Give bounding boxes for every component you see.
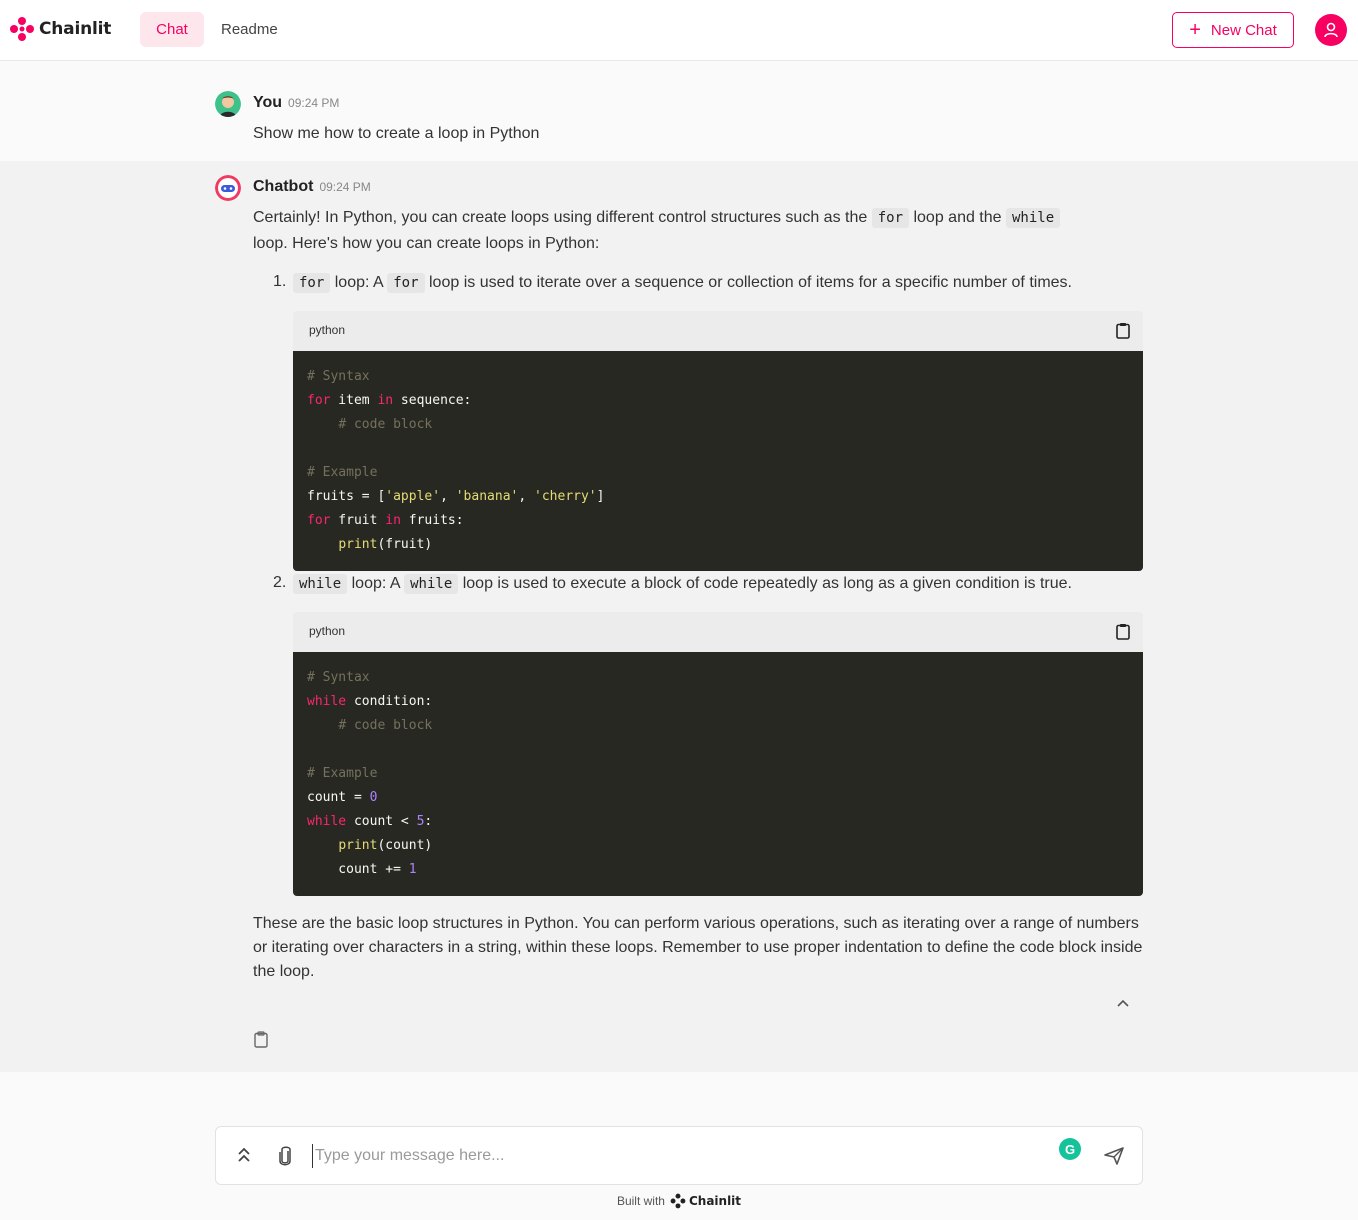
code-language: python [309,323,346,337]
bot-avatar-icon [215,175,241,201]
footer: Built with Chainlit [0,1193,1358,1209]
intro-paragraph: Certainly! In Python, you can create loo… [253,205,1143,256]
code-language: python [309,624,346,638]
send-icon[interactable] [1104,1147,1124,1165]
tab-readme[interactable]: Readme [205,12,294,47]
inline-code: while [293,574,348,594]
item-text: loop: A [351,575,400,592]
bot-message: Chatbot 09:24 PM Certainly! In Python, yo… [0,161,1358,1072]
message-text: Show me how to create a loop in Python [253,125,540,142]
list-item-number: 1. [273,273,287,290]
plus-icon: + [1189,19,1201,41]
bot-avatar [215,175,241,201]
inline-code: for [871,208,910,228]
message-author: Chatbot 09:24 PM [253,178,371,196]
code-block-header: python [293,612,1143,652]
author-name: Chatbot [253,178,314,195]
message-time: 09:24 PM [288,96,340,110]
clipboard-icon[interactable] [254,1031,268,1048]
author-name: You [253,94,283,111]
clipboard-icon[interactable] [1116,322,1130,339]
message-input[interactable] [312,1144,1032,1168]
header: Chainlit Chat Readme + New Chat [0,0,1358,61]
intro-text: loop and the [913,209,1002,226]
logo[interactable]: Chainlit [9,16,111,42]
code-content: # Syntax for item in sequence: # code bl… [293,351,1143,571]
inline-code: for [387,273,425,293]
inline-code: while [1006,208,1061,228]
item-text: loop is used to iterate over a sequence … [429,274,1072,291]
chevron-up-icon[interactable] [1115,996,1131,1012]
message-composer: G [215,1126,1143,1185]
tab-chat[interactable]: Chat [140,12,204,47]
list-item-number: 2. [273,574,287,591]
item-text: loop: A [334,274,383,291]
code-block-header: python [293,311,1143,351]
code-block: python # Syntax for item in sequence: # … [293,311,1143,571]
chainlit-logo-icon [670,1193,686,1209]
list-item-text: while loop: A while loop is used to exec… [293,571,1072,597]
clipboard-icon[interactable] [1116,623,1130,640]
message-time: 09:24 PM [319,180,371,194]
item-text: loop is used to execute a block of code … [462,575,1072,592]
outro-paragraph: These are the basic loop structures in P… [253,915,1143,980]
new-chat-button[interactable]: + New Chat [1172,12,1294,48]
message-author: You 09:24 PM [253,94,339,112]
code-content: # Syntax while condition: # code block #… [293,652,1143,896]
footer-text: Built with [616,1194,665,1208]
intro-text: Certainly! In Python, you can create loo… [253,209,868,226]
brand-name: Chainlit [39,19,112,39]
inline-code: for [293,273,331,293]
footer-brand[interactable]: Chainlit [689,1194,741,1208]
list-item-text: for loop: A for loop is used to iterate … [293,270,1072,296]
user-message: You 09:24 PM Show me how to create a loop… [0,61,1358,161]
user-avatar [215,91,241,117]
chainlit-logo-icon [10,17,34,41]
user-avatar-icon [215,91,241,117]
inline-code: while [404,574,459,594]
code-block: python # Syntax while condition: # code … [293,612,1143,896]
intro-text: loop. Here's how you can create loops in… [253,235,600,252]
user-icon [1324,22,1338,38]
paperclip-icon[interactable] [278,1145,292,1167]
new-chat-label: New Chat [1210,21,1277,39]
chevron-double-up-icon[interactable] [236,1145,252,1165]
grammarly-icon[interactable]: G [1059,1138,1081,1160]
user-menu-button[interactable] [1315,14,1347,46]
